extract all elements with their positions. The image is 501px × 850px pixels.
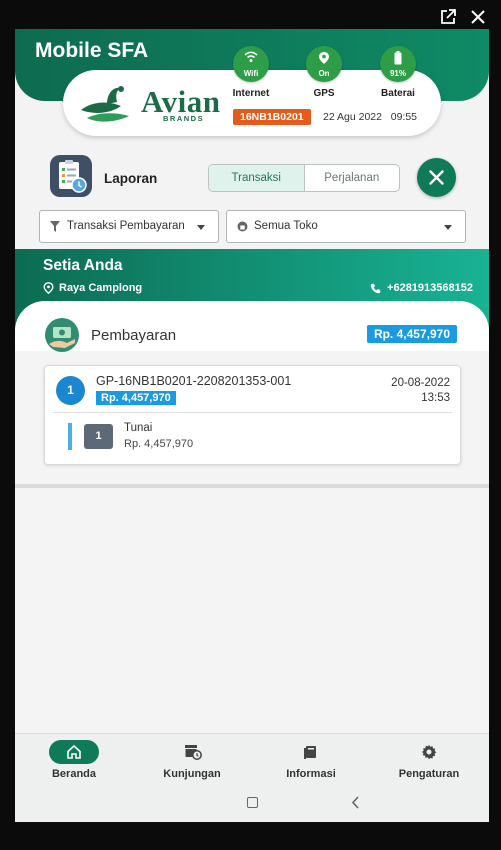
avian-logo: Avian BRANDS [77, 80, 220, 126]
transaction-datetime: 20-08-2022 13:53 [391, 376, 450, 406]
payment-header: Pembayaran Rp. 4,457,970 [15, 301, 489, 352]
report-clipboard-icon [59, 160, 87, 193]
bottom-navigation: Beranda Kunjungan Informasi Pengaturan [15, 733, 489, 785]
wifi-icon [244, 51, 258, 62]
method-name: Tunai [124, 422, 153, 434]
nav-pengaturan-label: Pengaturan [398, 768, 460, 780]
battery-label: Baterai [381, 88, 415, 99]
nav-kunjungan-label: Kunjungan [163, 768, 221, 780]
date-text: 22 Agu 2022 [323, 111, 382, 123]
payment-total-badge: Rp. 4,457,970 [366, 325, 457, 343]
gps-status: On GPS [299, 46, 349, 99]
transaction-amount: Rp. 4,457,970 [96, 391, 176, 405]
transaction-type-value: Transaksi Pembayaran [67, 220, 185, 232]
nav-beranda[interactable]: Beranda [24, 734, 124, 786]
gps-label: GPS [313, 88, 335, 99]
transaction-number: 1 [56, 376, 85, 405]
nav-beranda-label: Beranda [51, 768, 97, 780]
chevron-down-icon [197, 225, 205, 230]
book-icon [304, 746, 316, 759]
nav-pengaturan[interactable]: Pengaturan [379, 734, 479, 786]
gps-status-circle: On [306, 46, 342, 82]
transaction-type-dropdown[interactable]: Transaksi Pembayaran [39, 210, 219, 243]
transaction-card[interactable]: 1 GP-16NB1B0201-2208201353-001 Rp. 4,457… [44, 365, 461, 465]
internet-status-circle: Wifi [233, 46, 269, 82]
store-phone[interactable]: +6281913568152 [370, 282, 473, 294]
chevron-down-icon [444, 225, 452, 230]
tab-perjalanan[interactable]: Perjalanan [305, 165, 400, 191]
divider [53, 412, 452, 413]
method-accent-bar [68, 423, 72, 450]
phone-icon [370, 283, 381, 293]
nav-informasi[interactable]: Informasi [261, 734, 361, 786]
close-icon [429, 170, 444, 185]
system-home-button[interactable] [247, 797, 258, 808]
home-icon [67, 744, 81, 759]
store-value: Semua Toko [254, 220, 318, 232]
report-icon [50, 155, 92, 197]
payment-panel: Pembayaran Rp. 4,457,970 1 GP-16NB1B0201… [15, 301, 489, 761]
gear-icon [421, 744, 437, 760]
open-external-icon[interactable] [439, 8, 457, 26]
nav-informasi-label: Informasi [286, 768, 336, 780]
internet-label: Internet [232, 88, 270, 99]
nav-kunjungan-pill [167, 740, 217, 764]
battery-status-circle: 91% [380, 46, 416, 82]
store-clock-icon [185, 745, 202, 760]
location-pin-icon [43, 282, 54, 294]
datetime: 22 Agu 2022 09:55 [323, 111, 417, 123]
nav-pengaturan-pill [404, 740, 454, 764]
store-phone-text: +6281913568152 [387, 282, 473, 294]
time-text: 09:55 [390, 111, 418, 123]
method-number: 1 [84, 424, 113, 449]
transaction-date: 20-08-2022 [391, 377, 450, 389]
gps-value: On [318, 69, 330, 78]
close-report-button[interactable] [417, 158, 456, 197]
swan-logo-icon [81, 86, 129, 122]
battery-value: 91% [389, 69, 406, 78]
transaction-code: GP-16NB1B0201-2208201353-001 [96, 374, 292, 388]
transaction-time: 13:53 [421, 392, 450, 404]
method-amount: Rp. 4,457,970 [124, 438, 194, 450]
nav-informasi-pill [286, 740, 336, 764]
nav-kunjungan[interactable]: Kunjungan [142, 734, 242, 786]
app-title: Mobile SFA [35, 39, 149, 62]
brand-status-card: Avian BRANDS Wifi Internet On GPS 91% Ba… [63, 46, 441, 136]
report-tabs: Transaksi Perjalanan [208, 164, 400, 192]
brand-sub: BRANDS [163, 114, 205, 123]
store-icon [237, 221, 248, 232]
report-title: Laporan [104, 171, 158, 186]
tab-transaksi[interactable]: Transaksi [209, 165, 305, 191]
cash-hand-icon [49, 327, 75, 348]
internet-value: Wifi [243, 69, 259, 78]
store-address-text: Raya Camplong [59, 282, 143, 294]
payment-title: Pembayaran [91, 327, 177, 344]
device-id-badge: 16NB1B0201 [233, 109, 311, 125]
system-navigation-bar [15, 785, 489, 822]
store-address: Raya Camplong [43, 282, 142, 294]
battery-status: 91% Baterai [373, 46, 423, 99]
internet-status: Wifi Internet [226, 46, 276, 99]
filter-icon [50, 221, 60, 232]
store-name: Setia Anda [43, 257, 123, 274]
system-back-icon[interactable] [351, 796, 360, 809]
close-window-icon[interactable] [469, 8, 487, 26]
battery-icon [394, 51, 402, 65]
payment-cash-icon [45, 318, 79, 352]
store-dropdown[interactable]: Semua Toko [226, 210, 466, 243]
location-pin-icon [319, 52, 329, 64]
window-controls [439, 8, 487, 26]
device-frame: Mobile SFA Avian BRANDS Wifi Internet On… [0, 0, 501, 850]
nav-beranda-pill [49, 740, 99, 764]
section-divider [15, 484, 489, 488]
app-screen: Mobile SFA Avian BRANDS Wifi Internet On… [15, 29, 489, 822]
